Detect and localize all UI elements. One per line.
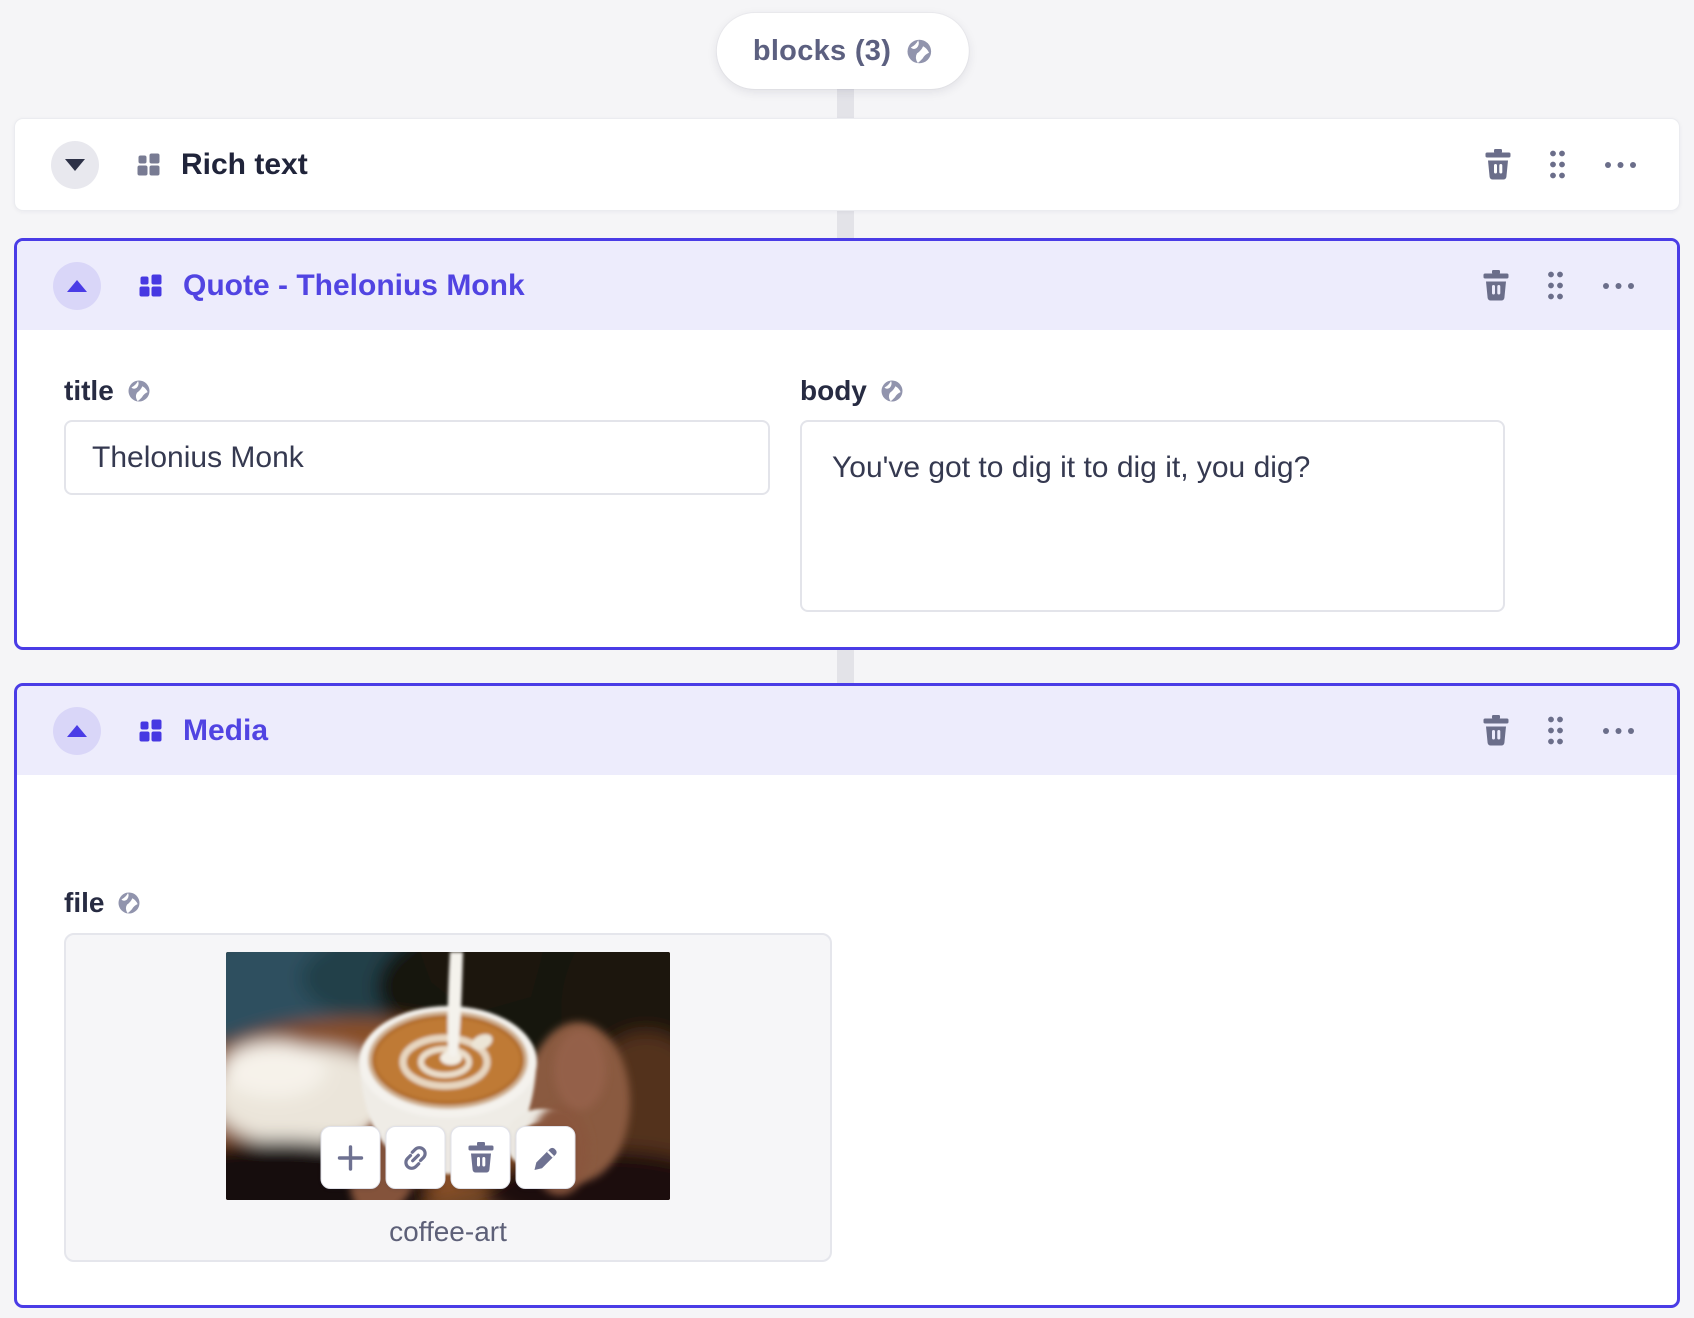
more-options-icon <box>1603 282 1634 289</box>
globe-icon <box>118 892 140 914</box>
blocks-icon <box>139 274 162 297</box>
plus-icon <box>337 1144 364 1171</box>
blocks-icon <box>137 153 160 176</box>
pencil-icon <box>534 1147 557 1170</box>
chevron-up-icon <box>67 724 87 737</box>
more-options-button[interactable] <box>1604 161 1637 169</box>
drag-handle[interactable] <box>1547 270 1564 301</box>
drag-handle-icon <box>1548 271 1563 300</box>
collapse-block-button[interactable] <box>53 706 101 755</box>
media-filename: coffee-art <box>389 1216 507 1247</box>
drag-handle-icon <box>1550 150 1565 179</box>
file-field-label: file <box>64 887 105 918</box>
media-toolbar <box>320 1126 576 1189</box>
delete-block-button[interactable] <box>1483 715 1509 746</box>
more-options-button[interactable] <box>1602 727 1635 735</box>
blocks-icon <box>139 719 162 742</box>
remove-media-button[interactable] <box>450 1126 511 1189</box>
delete-block-button[interactable] <box>1483 270 1509 301</box>
blocks-count-pill: blocks (3) <box>716 13 970 89</box>
block-header[interactable]: Media <box>17 686 1677 775</box>
globe-icon <box>881 380 903 402</box>
title-field-label: title <box>64 375 114 406</box>
block-media: Media file coffee-art <box>14 683 1680 1308</box>
collapse-block-button[interactable] <box>53 261 101 310</box>
trash-icon <box>1483 715 1509 746</box>
block-title: Media <box>183 713 269 747</box>
title-input[interactable] <box>64 420 770 495</box>
more-options-button[interactable] <box>1602 282 1635 290</box>
body-field-label: body <box>800 375 867 406</box>
block-connector <box>837 206 854 242</box>
chevron-down-icon <box>65 158 85 171</box>
drag-handle[interactable] <box>1547 715 1564 746</box>
globe-icon <box>907 39 932 63</box>
more-options-icon <box>1605 161 1636 168</box>
drag-handle-icon <box>1548 716 1563 745</box>
media-upload-card: coffee-art <box>64 933 832 1262</box>
link-media-button[interactable] <box>385 1126 446 1189</box>
add-media-button[interactable] <box>320 1126 381 1189</box>
drag-handle[interactable] <box>1549 149 1566 180</box>
block-title: Quote - Thelonius Monk <box>183 268 525 302</box>
link-icon <box>404 1145 427 1170</box>
block-connector <box>837 645 854 687</box>
chevron-up-icon <box>67 279 87 292</box>
body-textarea[interactable]: You've got to dig it to dig it, you dig? <box>800 420 1505 612</box>
block-row-rich-text[interactable]: Rich text <box>14 118 1680 211</box>
block-title: Rich text <box>181 147 308 181</box>
trash-icon <box>1483 270 1509 301</box>
trash-icon <box>468 1142 493 1173</box>
delete-block-button[interactable] <box>1485 149 1511 180</box>
more-options-icon <box>1603 727 1634 734</box>
block-header[interactable]: Quote - Thelonius Monk <box>17 241 1677 330</box>
block-quote: Quote - Thelonius Monk title Thelonius M… <box>14 238 1680 650</box>
edit-media-button[interactable] <box>515 1126 576 1189</box>
blocks-count-label: blocks (3) <box>752 34 892 67</box>
expand-block-button[interactable] <box>51 140 99 189</box>
globe-icon <box>128 380 150 402</box>
trash-icon <box>1485 149 1511 180</box>
